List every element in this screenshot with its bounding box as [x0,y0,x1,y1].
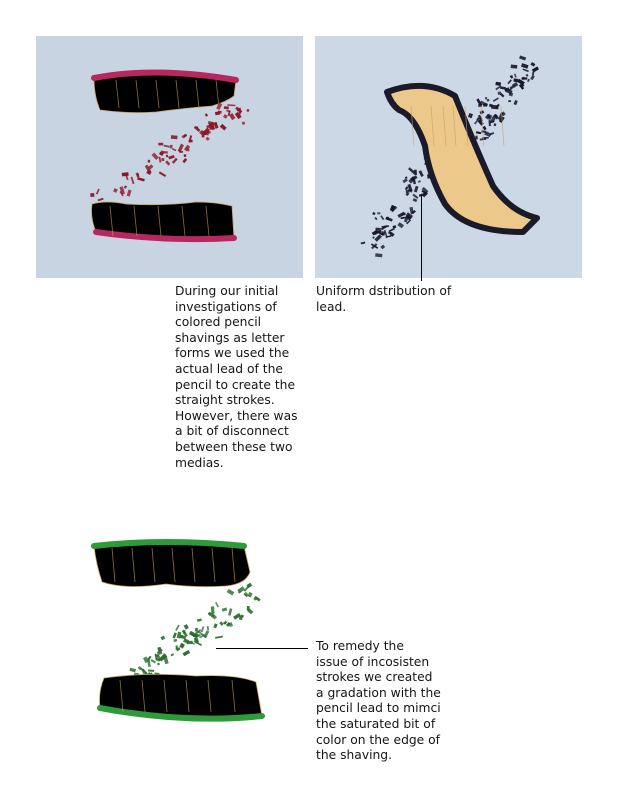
caption-line: However, there was [175,408,298,423]
caption-line: a gradation with the [316,685,441,700]
caption-line: shavings as letter [175,330,285,345]
lead-crumb [223,106,229,109]
initial-investigation-caption: During our initial investigations of col… [175,284,303,471]
caption-line: Uniform dstribution of [316,284,452,298]
lead-crumb [246,606,250,611]
lead-crumb [157,647,161,651]
lead-crumb [510,64,518,69]
caption-line: actual lead of the [175,361,283,376]
caption-line: colored pencil [175,315,262,330]
caption-line: lead. [316,299,347,314]
lead-crumb [170,135,178,140]
caption-line: the saturated bit of [316,716,436,731]
caption-line: a bit of disconnect [175,424,289,439]
uniform-distribution-caption: Uniform dstribution of lead. [316,284,452,315]
caption-line: the shaving. [316,748,393,763]
lead-crumb [183,154,187,157]
caption-line: between these two [175,439,293,454]
lead-crumb [186,640,193,645]
remedy-caption-leader-line [216,648,308,650]
lead-crumb [377,212,381,215]
lead-crumb [90,193,95,197]
lead-crumb [491,104,499,110]
lead-crumb [157,662,160,666]
caption-line: investigations of [175,299,277,314]
remedy-caption: To remedy the issue of incosisten stroke… [316,639,444,764]
lead-crumb [214,111,221,116]
lead-crumb [508,100,512,103]
lead-crumb [196,126,199,129]
lead-crumb [156,654,160,657]
lead-crumb [484,96,488,100]
caption-line: forms we used the [175,346,290,361]
caption-line: pencil lead to mimci [316,701,441,716]
caption-line: strokes we created [316,670,433,685]
lead-crumb [175,647,180,650]
red-pencil-shavings-z-photo [36,36,303,278]
lead-crumb [158,142,164,146]
lead-crumb [161,158,165,162]
lead-crumb [173,638,178,642]
lead-crumb [241,121,245,125]
caption-line: medias. [175,455,224,470]
caption-line: During our initial [175,284,279,298]
green-pencil-shavings-z-photo [86,532,268,730]
caption-line: straight strokes. [175,393,275,408]
lead-crumb [147,159,151,163]
lead-crumb [375,253,383,258]
caption-line: pencil to create the [175,377,296,392]
lead-crumb [482,103,488,107]
caption-line: color on the edge of [316,732,441,747]
uniform-caption-leader-line [421,195,423,281]
black-pencil-shavings-x-photo [315,36,582,278]
lead-crumb [210,606,215,614]
lead-crumb [513,78,519,83]
lead-crumb [169,144,173,149]
caption-line: issue of incosisten [316,654,430,669]
caption-line: To remedy the [316,639,404,653]
lead-crumb [405,189,410,193]
lead-crumb [148,669,155,672]
